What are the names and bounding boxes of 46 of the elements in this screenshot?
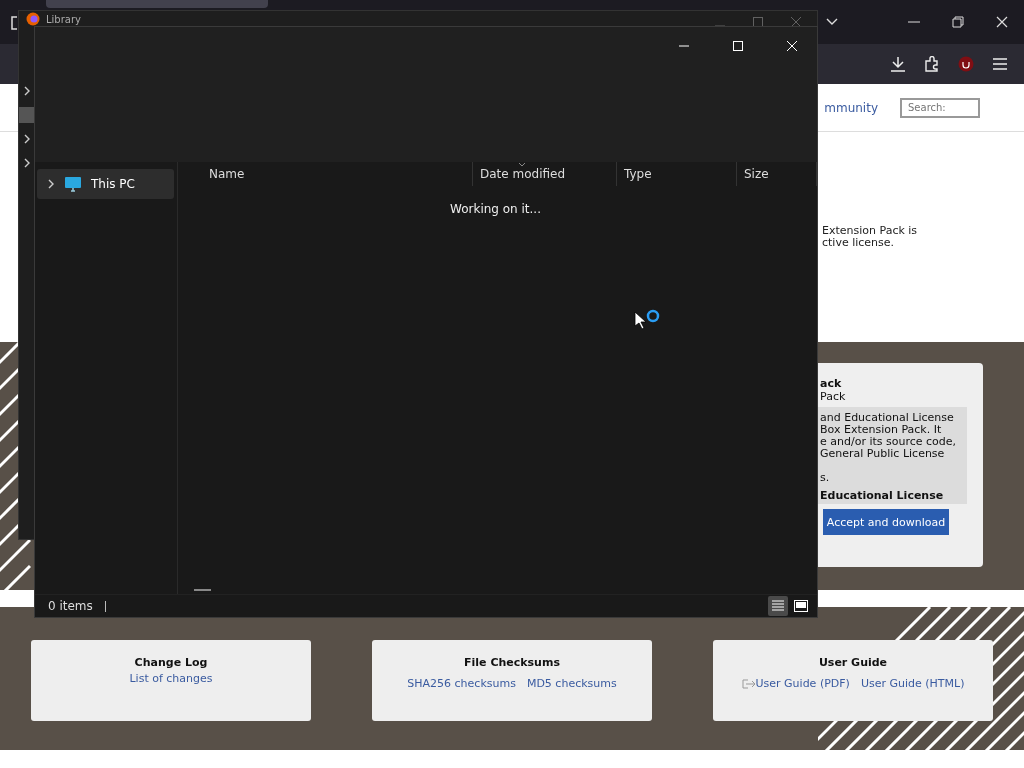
license-text: Box Extension Pack. It <box>820 424 943 436</box>
card-title: File Checksums <box>464 656 560 669</box>
link[interactable]: MD5 checksums <box>526 677 617 690</box>
preview-view-icon <box>794 600 808 612</box>
tab-overflow-icon[interactable] <box>826 18 838 26</box>
expand-icon[interactable] <box>47 179 55 189</box>
window-title: Library <box>46 13 81 25</box>
license-text: s. <box>820 472 831 484</box>
accept-download-button[interactable]: Accept and download <box>823 509 949 535</box>
search-field[interactable]: Search: <box>900 97 980 118</box>
external-link-icon <box>741 678 756 689</box>
license-text: and Educational License <box>820 412 955 424</box>
sort-caret-icon <box>518 162 526 167</box>
close-icon[interactable] <box>996 16 1008 28</box>
nav-item[interactable]: This PC <box>37 169 174 199</box>
notice-text: Extension Pack is <box>822 225 919 237</box>
restore-icon[interactable] <box>952 16 964 28</box>
puzzle-icon[interactable] <box>924 56 940 72</box>
status-message: Working on it... <box>450 202 541 216</box>
license-name: Educational License <box>820 490 945 502</box>
link[interactable]: SHA256 checksums <box>407 677 516 690</box>
monitor-icon <box>65 176 81 192</box>
card-subtitle: Pack <box>820 390 847 403</box>
browser-logo-icon <box>26 12 40 26</box>
link[interactable]: User Guide (HTML) <box>860 677 965 690</box>
details-view-icon <box>771 600 785 612</box>
expand-icon[interactable] <box>23 86 31 96</box>
license-text: e and/or its source code, <box>820 436 958 448</box>
column-header[interactable]: Date modified <box>473 162 617 186</box>
item-count: 0 items <box>48 599 93 613</box>
column-header[interactable]: Type <box>617 162 737 186</box>
expand-icon[interactable] <box>23 134 31 144</box>
tab-list-icon[interactable] <box>10 16 18 30</box>
notice-text: ctive license. <box>822 237 896 249</box>
column-header[interactable]: Name <box>200 162 473 186</box>
menu-icon[interactable] <box>992 57 1008 71</box>
card-title: ack <box>820 377 843 390</box>
nav-link[interactable]: mmunity <box>824 100 878 115</box>
card-title: Change Log <box>134 656 208 669</box>
link[interactable]: User Guide (PDF) <box>741 677 850 690</box>
card-title: User Guide <box>818 656 888 669</box>
license-text: General Public License <box>820 448 946 460</box>
column-header[interactable]: Size <box>737 162 817 186</box>
download-icon[interactable] <box>890 56 906 72</box>
link[interactable]: List of changes <box>129 672 213 685</box>
expand-icon[interactable] <box>23 158 31 168</box>
